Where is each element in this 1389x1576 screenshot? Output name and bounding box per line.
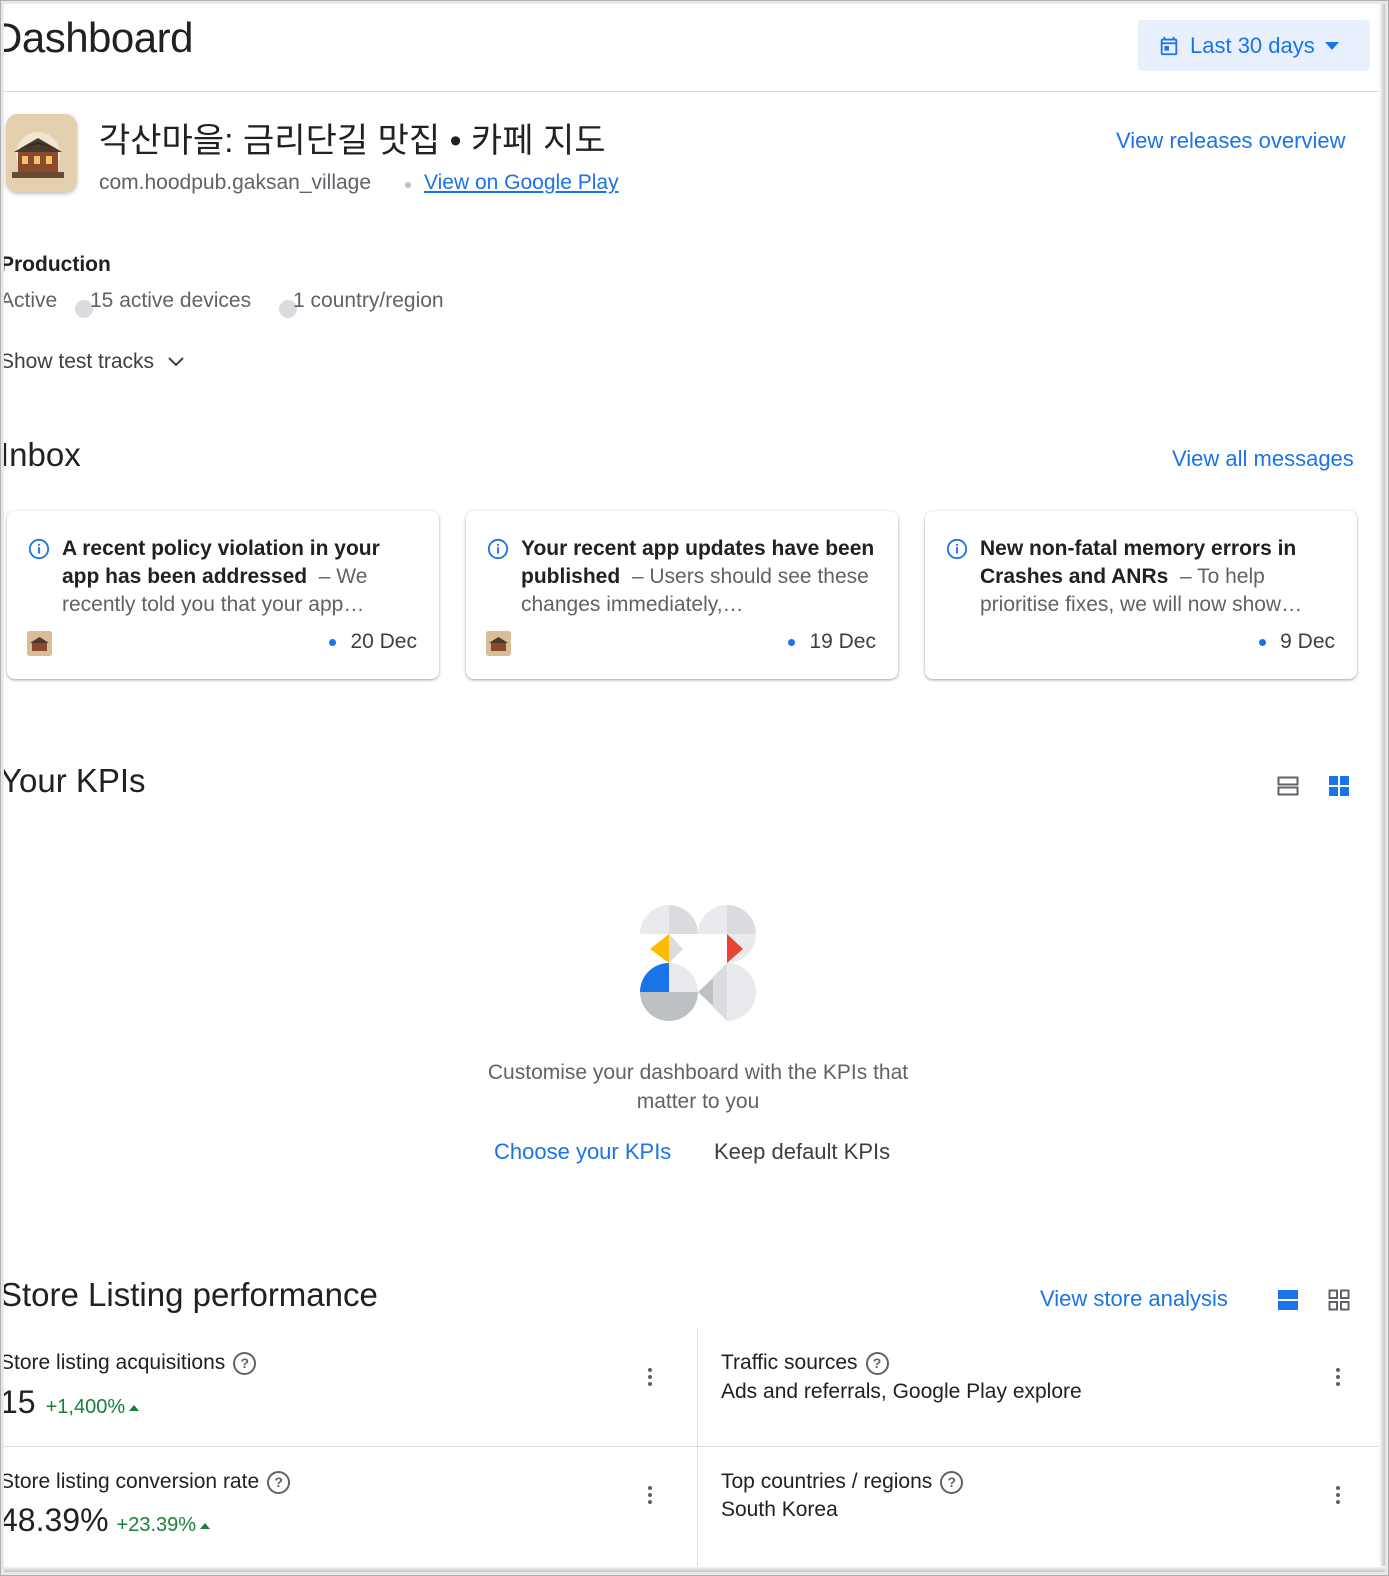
caret-down-icon	[1324, 41, 1339, 50]
app-thumbnail	[27, 631, 52, 656]
more-options-icon[interactable]	[648, 1368, 652, 1389]
unread-dot	[329, 638, 337, 646]
unread-dot	[788, 638, 796, 646]
app-icon	[6, 114, 77, 192]
separator-dot	[405, 182, 411, 188]
info-icon	[946, 538, 968, 560]
page-title: Dashboard	[0, 14, 193, 61]
conversion-delta: +23.39%	[117, 1514, 211, 1537]
more-options-icon[interactable]	[648, 1486, 652, 1507]
arrow-up-icon	[200, 1522, 211, 1529]
production-status: Active	[0, 289, 58, 312]
acquisitions-label-wrap: Store listing acquisitions ?	[0, 1351, 257, 1375]
message-date-wrap: 9 Dec	[1259, 630, 1335, 654]
grid-view-icon[interactable]	[1328, 1289, 1350, 1311]
info-icon	[487, 538, 509, 560]
unread-dot	[1259, 638, 1267, 646]
inbox-message-card[interactable]: A recent policy violation in your app ha…	[7, 511, 439, 679]
kpi-empty-text: Customise your dashboard with the KPIs t…	[487, 1061, 909, 1113]
help-icon[interactable]: ?	[865, 1351, 889, 1375]
message-date: 9 Dec	[1280, 630, 1335, 653]
chevron-down-icon	[168, 357, 184, 367]
inbox-title: Inbox	[0, 436, 81, 473]
window-shadow-bottom	[0, 1566, 1389, 1576]
calendar-icon	[1160, 36, 1178, 55]
production-title: Production	[0, 253, 111, 276]
country-count: 1 country/region	[293, 289, 444, 312]
acquisitions-label: Store listing acquisitions	[0, 1351, 226, 1374]
list-view-icon[interactable]	[1277, 1289, 1299, 1311]
help-icon[interactable]: ?	[267, 1470, 291, 1494]
countries-value: South Korea	[721, 1498, 838, 1521]
help-icon[interactable]: ?	[233, 1351, 257, 1375]
date-range-label: Last 30 days	[1190, 32, 1315, 58]
show-test-tracks-toggle[interactable]: Show test tracks	[0, 350, 184, 374]
header-divider	[0, 91, 1380, 92]
message-date: 19 Dec	[809, 630, 876, 653]
acquisitions-delta-text: +1,400%	[45, 1396, 126, 1418]
metrics-divider-vertical	[697, 1328, 698, 1576]
view-releases-link[interactable]: View releases overview	[1116, 128, 1345, 154]
info-icon	[28, 538, 50, 560]
message-date-wrap: 19 Dec	[788, 630, 876, 654]
conversion-label: Store listing conversion rate	[0, 1470, 260, 1493]
active-devices: 15 active devices	[90, 289, 252, 312]
store-listing-title: Store Listing performance	[0, 1276, 378, 1313]
list-view-icon[interactable]	[1277, 775, 1299, 797]
message-text: New non-fatal memory errors in Crashes a…	[980, 535, 1335, 619]
inbox-message-card[interactable]: New non-fatal memory errors in Crashes a…	[925, 511, 1357, 679]
message-text: A recent policy violation in your app ha…	[62, 535, 417, 619]
traffic-label: Traffic sources	[721, 1351, 858, 1374]
traffic-label-wrap: Traffic sources ?	[721, 1351, 889, 1375]
more-options-icon[interactable]	[1336, 1368, 1340, 1389]
more-options-icon[interactable]	[1336, 1486, 1340, 1507]
help-icon[interactable]: ?	[940, 1470, 964, 1494]
window-shadow-right	[1379, 0, 1389, 1576]
acquisitions-delta: +1,400%	[46, 1396, 140, 1419]
arrow-up-icon	[129, 1404, 140, 1411]
message-text: Your recent app updates have been publis…	[521, 535, 876, 619]
view-all-messages-link[interactable]: View all messages	[1172, 446, 1354, 472]
app-thumbnail	[486, 631, 511, 656]
choose-kpis-button[interactable]: Choose your KPIs	[494, 1139, 671, 1165]
conversion-delta-text: +23.39%	[116, 1514, 197, 1536]
package-name: com.hoodpub.gaksan_village	[99, 171, 372, 194]
view-store-analysis-link[interactable]: View store analysis	[1040, 1286, 1228, 1312]
conversion-value: 48.39%	[0, 1502, 109, 1538]
countries-label-wrap: Top countries / regions ?	[721, 1470, 964, 1494]
kpis-title: Your KPIs	[0, 762, 146, 799]
window-frame	[0, 0, 1389, 1576]
traffic-value: Ads and referrals, Google Play explore	[721, 1380, 1082, 1403]
grid-view-icon[interactable]	[1328, 775, 1350, 797]
view-on-google-play-link[interactable]: View on Google Play	[424, 171, 619, 195]
show-test-tracks-label: Show test tracks	[0, 350, 155, 373]
inbox-message-card[interactable]: Your recent app updates have been publis…	[466, 511, 898, 679]
acquisitions-value: 15	[0, 1384, 36, 1420]
acquisitions-value-wrap: 15 +1,400%	[0, 1384, 140, 1421]
conversion-value-wrap: 48.39% +23.39%	[0, 1502, 211, 1539]
message-date-wrap: 20 Dec	[329, 630, 417, 654]
app-name: 각산마을: 금리단길 맛집 • 카페 지도	[99, 122, 606, 160]
kpi-illustration-icon	[640, 905, 756, 1021]
metrics-divider-horizontal	[0, 1446, 1380, 1447]
countries-label: Top countries / regions	[721, 1470, 933, 1493]
conversion-label-wrap: Store listing conversion rate ?	[0, 1470, 291, 1494]
keep-default-kpis-button[interactable]: Keep default KPIs	[714, 1139, 890, 1165]
message-date: 20 Dec	[350, 630, 417, 653]
date-range-button[interactable]: Last 30 days	[1138, 20, 1370, 71]
